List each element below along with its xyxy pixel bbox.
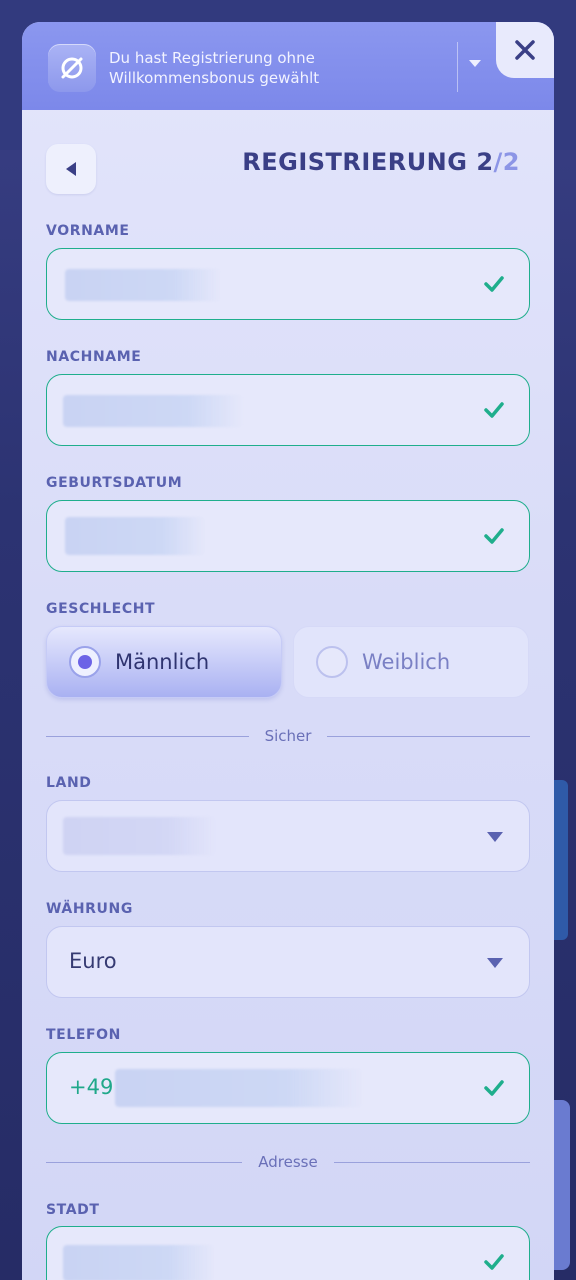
step-current: REGISTRIERUNG 2 xyxy=(242,148,494,176)
chevron-down-icon xyxy=(487,957,503,969)
separator-address: Adresse xyxy=(46,1152,531,1172)
check-icon xyxy=(483,273,505,295)
radio-unselected[interactable] xyxy=(316,646,348,678)
geburtsdatum-label: GEBURTSDATUM xyxy=(46,475,183,491)
redacted-value xyxy=(63,817,215,855)
land-label: LAND xyxy=(46,775,92,791)
divider xyxy=(333,1161,531,1163)
redacted-value xyxy=(63,1245,215,1280)
check-icon xyxy=(483,1251,505,1273)
waehrung-label: WÄHRUNG xyxy=(46,901,133,917)
redacted-value xyxy=(63,395,243,427)
gender-label: Weiblich xyxy=(362,650,451,674)
banner-text: Du hast Registrierung ohne Willkommensbo… xyxy=(109,49,320,87)
redacted-value xyxy=(65,269,221,301)
gender-option-maennlich[interactable]: Männlich xyxy=(46,626,282,698)
check-icon xyxy=(483,1077,505,1099)
radio-selected[interactable] xyxy=(69,646,101,678)
redacted-value xyxy=(115,1069,363,1107)
step-total: /2 xyxy=(493,148,520,176)
banner-divider xyxy=(457,42,458,92)
close-button[interactable] xyxy=(496,22,554,78)
back-button[interactable] xyxy=(46,144,96,194)
separator-label: Adresse xyxy=(258,1153,318,1171)
chevron-down-icon xyxy=(487,831,503,843)
chevron-down-icon[interactable] xyxy=(467,56,483,72)
vorname-label: VORNAME xyxy=(46,223,130,239)
close-icon xyxy=(515,40,535,60)
phone-prefix: +49 xyxy=(69,1075,114,1099)
waehrung-select[interactable]: Euro xyxy=(46,926,530,998)
gender-option-weiblich[interactable]: Weiblich xyxy=(293,626,529,698)
separator-secure: Sicher xyxy=(46,726,530,746)
chevron-left-icon xyxy=(66,162,76,176)
radio-dot xyxy=(78,655,92,669)
divider xyxy=(327,735,530,737)
stadt-field[interactable] xyxy=(46,1226,530,1280)
geburtsdatum-field[interactable] xyxy=(46,500,530,572)
divider xyxy=(46,735,249,737)
page-title: REGISTRIERUNG 2/2 xyxy=(242,148,520,176)
gender-label: Männlich xyxy=(115,650,210,674)
stadt-label: STADT xyxy=(46,1202,100,1218)
bonus-banner[interactable]: Du hast Registrierung ohne Willkommensbo… xyxy=(22,22,554,110)
waehrung-value: Euro xyxy=(69,949,117,973)
geschlecht-label: GESCHLECHT xyxy=(46,601,156,617)
nachname-field[interactable] xyxy=(46,374,530,446)
divider xyxy=(46,1161,243,1163)
registration-modal: Du hast Registrierung ohne Willkommensbo… xyxy=(22,22,554,1280)
telefon-field[interactable]: +49 xyxy=(46,1052,530,1124)
land-select[interactable] xyxy=(46,800,530,872)
nachname-label: NACHNAME xyxy=(46,349,142,365)
telefon-label: TELEFON xyxy=(46,1027,121,1043)
no-bonus-icon xyxy=(48,44,96,92)
check-icon xyxy=(483,399,505,421)
check-icon xyxy=(483,525,505,547)
vorname-field[interactable] xyxy=(46,248,530,320)
separator-label: Sicher xyxy=(264,727,312,745)
redacted-value xyxy=(65,517,205,555)
